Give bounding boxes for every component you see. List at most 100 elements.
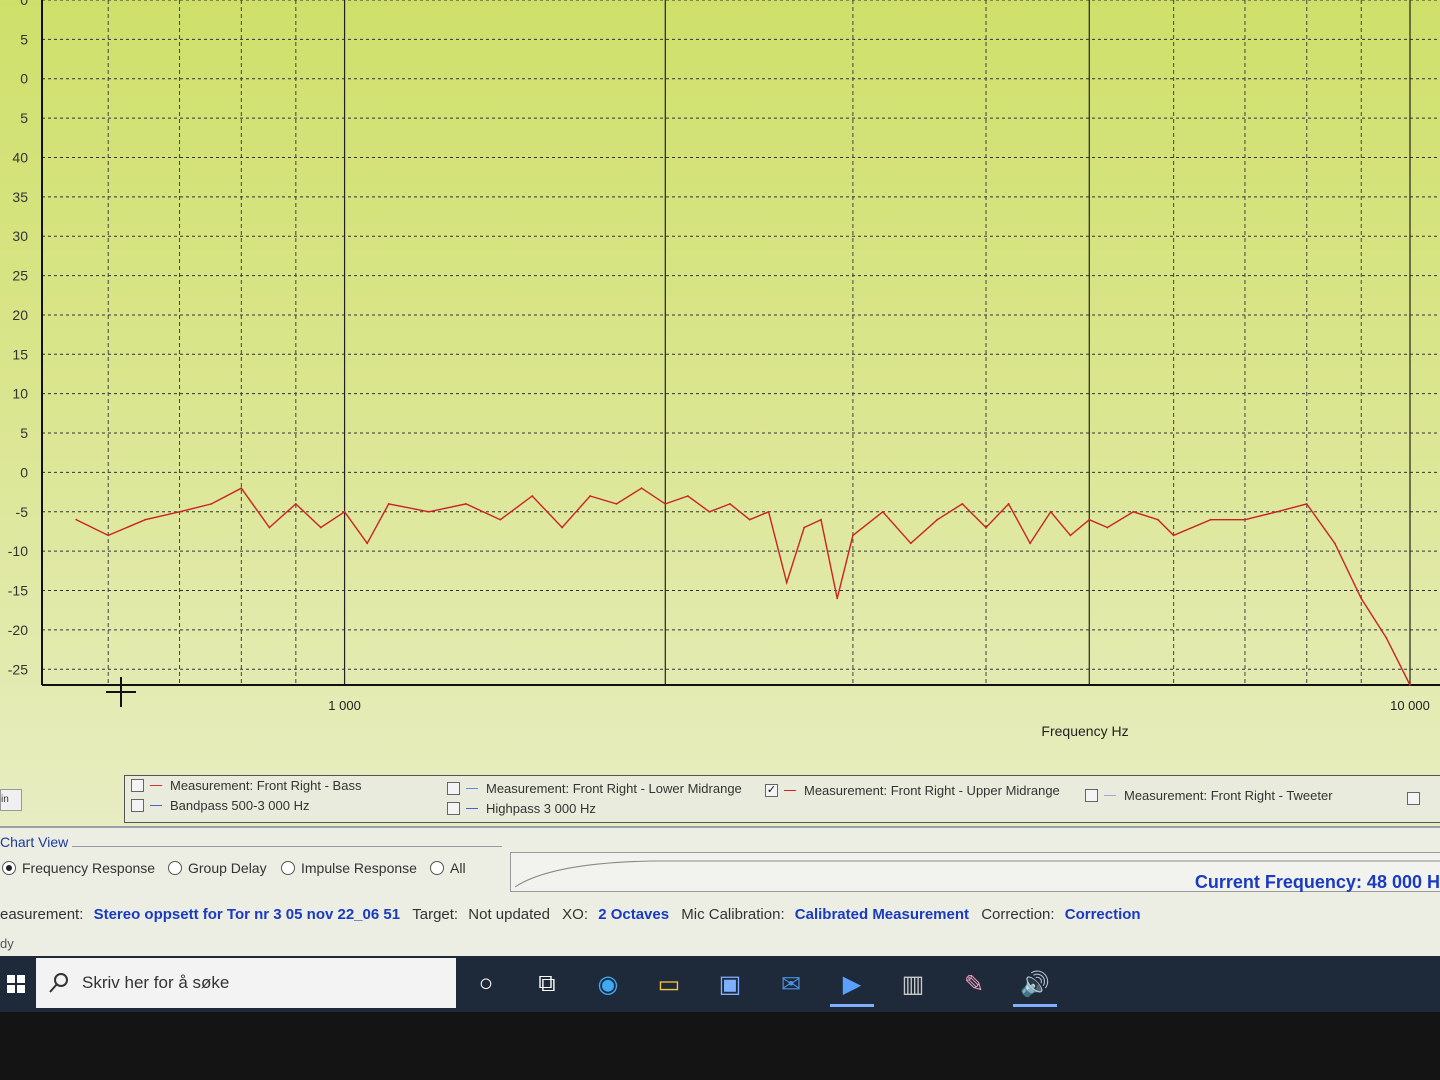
- frequency-response-chart[interactable]: 50505054035302520151050-5-10-15-20-251 0…: [0, 0, 1440, 760]
- data-point: [366, 542, 369, 545]
- data-point: [178, 510, 181, 513]
- y-tick-label: -5: [16, 504, 29, 520]
- y-tick-label: -15: [8, 583, 28, 599]
- data-point: [531, 495, 534, 497]
- data-point: [1244, 518, 1246, 521]
- chart-view-divider: [72, 846, 502, 847]
- media-player-icon[interactable]: ▶: [830, 964, 874, 1007]
- y-tick-label: 5: [20, 31, 28, 47]
- legend-swatch: [1104, 795, 1116, 796]
- radio-group-delay[interactable]: Group Delay: [168, 860, 267, 876]
- measurement-label: easurement:: [0, 906, 84, 923]
- checkbox-checked-icon[interactable]: ✓: [765, 784, 778, 797]
- legend-item[interactable]: Measurement: Front Right - Tweeter: [1085, 788, 1333, 803]
- checkbox-icon[interactable]: [447, 782, 460, 795]
- y-tick-label: -10: [8, 543, 28, 559]
- data-point: [240, 487, 243, 490]
- correction-value: Correction: [1064, 906, 1141, 923]
- legend-item[interactable]: ✓ Measurement: Front Right - Upper Midran…: [765, 783, 1060, 798]
- data-point: [1157, 518, 1159, 521]
- status-line: easurement: Stereo oppsett for Tor nr 3 …: [0, 906, 1141, 923]
- y-tick-label: 20: [12, 307, 28, 323]
- xo-value: 2 Octaves: [598, 906, 670, 923]
- data-point: [803, 526, 806, 529]
- radio-all[interactable]: All: [430, 860, 466, 876]
- y-tick-label: 15: [12, 346, 28, 362]
- y-tick-label: -20: [8, 622, 28, 638]
- file-explorer-icon[interactable]: ▭: [647, 964, 691, 1004]
- data-point: [107, 534, 110, 537]
- checkbox-icon[interactable]: [1407, 792, 1420, 805]
- y-tick-label: 40: [12, 149, 28, 165]
- store-icon[interactable]: ▣: [708, 964, 752, 1004]
- data-point: [852, 534, 854, 537]
- data-point: [294, 503, 297, 505]
- radio-label: Group Delay: [188, 860, 267, 876]
- legend-label: Measurement: Front Right - Upper Midrang…: [804, 783, 1060, 798]
- y-tick-label: 10: [12, 386, 28, 402]
- equalizer-app-icon[interactable]: ▥: [891, 964, 935, 1004]
- radio-label: Frequency Response: [22, 860, 156, 876]
- legend-item[interactable]: Measurement: Front Right - Lower Midrang…: [447, 781, 742, 796]
- mic-value: Calibrated Measurement: [794, 906, 970, 923]
- legend-item[interactable]: Bandpass 500-3 000 Hz: [131, 798, 309, 813]
- y-tick-label: -25: [8, 661, 28, 677]
- paint-icon[interactable]: ✎: [952, 964, 996, 1004]
- data-point: [1275, 510, 1278, 513]
- legend-label: Measurement: Front Right - Lower Midrang…: [486, 781, 742, 796]
- taskbar-search-box[interactable]: Skriv her for å søke: [36, 958, 456, 1008]
- radio-impulse-response[interactable]: Impulse Response: [281, 860, 417, 876]
- start-button[interactable]: [0, 956, 32, 1012]
- legend-label: Highpass 3 000 Hz: [486, 801, 596, 816]
- radio-dot-icon: [168, 861, 182, 875]
- data-point: [319, 526, 322, 529]
- measurement-value: Stereo oppsett for Tor nr 3 05 nov 22_06…: [93, 906, 401, 923]
- checkbox-icon[interactable]: [1085, 789, 1098, 802]
- task-view-icon[interactable]: ⧉: [525, 964, 569, 1004]
- data-point: [499, 518, 502, 521]
- y-tick-label: 25: [12, 268, 28, 284]
- mail-icon[interactable]: ✉: [769, 964, 813, 1004]
- radio-dot-icon: [2, 861, 16, 875]
- data-point: [75, 518, 78, 521]
- data-point: [1360, 597, 1363, 600]
- data-point: [1209, 518, 1212, 521]
- x-tick-label: 1 000: [328, 698, 361, 713]
- data-point: [615, 503, 618, 505]
- y-tick-label: 0: [20, 71, 28, 87]
- data-point: [961, 503, 964, 505]
- legend-item[interactable]: Measurement: Front Right - Bass: [131, 778, 361, 793]
- data-point: [1172, 534, 1175, 537]
- target-value: Not updated: [468, 906, 550, 923]
- checkbox-icon[interactable]: [131, 799, 144, 812]
- radio-label: Impulse Response: [301, 860, 417, 876]
- chart-view-title: Chart View: [0, 834, 69, 850]
- data-point: [708, 510, 711, 513]
- correction-label: Correction:: [981, 906, 1055, 923]
- legend-swatch: [150, 785, 162, 786]
- data-point: [1007, 503, 1010, 505]
- small-button[interactable]: in: [0, 789, 22, 811]
- y-tick-label: 5: [20, 110, 28, 126]
- data-point: [729, 503, 731, 505]
- data-point: [1029, 542, 1032, 545]
- legend-item[interactable]: Highpass 3 000 Hz: [447, 801, 596, 816]
- y-tick-label: 35: [12, 189, 28, 205]
- legend-swatch: [784, 790, 796, 791]
- legend-swatch: [466, 788, 478, 789]
- legend-swatch: [466, 808, 478, 809]
- checkbox-icon[interactable]: [447, 802, 460, 815]
- data-point: [640, 487, 643, 490]
- edge-icon[interactable]: ◉: [586, 964, 630, 1004]
- data-point: [1333, 542, 1336, 545]
- radio-frequency-response[interactable]: Frequency Response: [2, 860, 155, 876]
- x-axis-label: Frequency Hz: [1041, 723, 1128, 739]
- checkbox-icon[interactable]: [131, 779, 144, 792]
- radio-label: All: [450, 860, 466, 876]
- y-tick-label: 0: [20, 0, 28, 8]
- data-point: [268, 526, 271, 529]
- data-point: [985, 526, 987, 529]
- y-tick-label: 5: [20, 425, 28, 441]
- cortana-icon[interactable]: ○: [464, 964, 508, 1004]
- audio-app-icon[interactable]: 🔊: [1013, 964, 1057, 1007]
